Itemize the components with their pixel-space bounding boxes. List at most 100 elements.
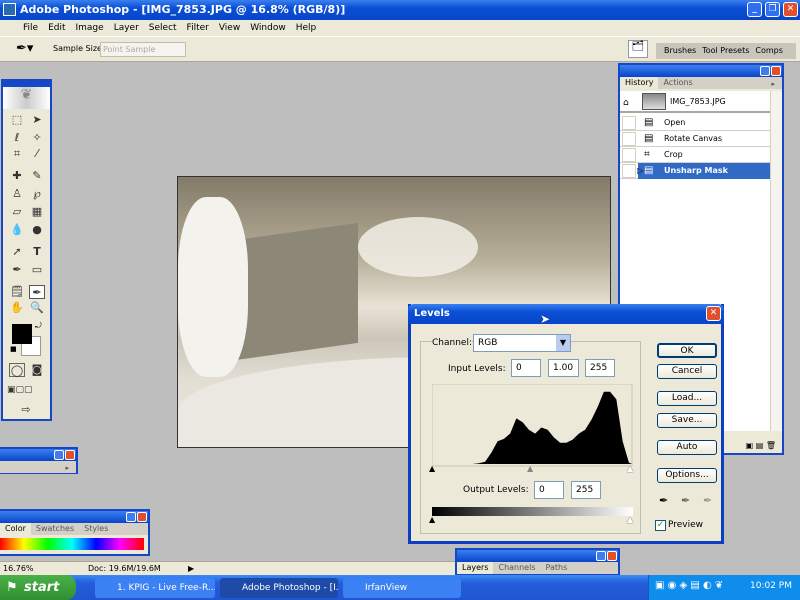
input-white-field[interactable]: 255 [585, 359, 615, 377]
restore-button[interactable]: ❐ [765, 2, 780, 17]
menu-window[interactable]: Window [245, 20, 291, 36]
foreground-color-swatch[interactable] [12, 324, 32, 344]
gray-eyedropper-icon[interactable]: ✒ [681, 494, 690, 507]
eyedropper-tool-icon[interactable]: ✒ [29, 285, 45, 299]
new-document-icon[interactable]: ▣ [746, 441, 754, 450]
save-button[interactable]: Save... [657, 413, 717, 428]
sample-size-select[interactable]: Point Sample [100, 42, 186, 57]
clone-stamp-tool-icon[interactable]: ♙ [9, 187, 25, 201]
chevron-down-icon[interactable]: ▼ [556, 335, 570, 351]
marquee-tool-icon[interactable]: ⬚ [9, 113, 25, 127]
tab-tool-presets[interactable]: Tool Presets [702, 43, 749, 59]
eyedropper-tool-preset-icon[interactable]: ✒▾ [16, 41, 33, 56]
status-menu-icon[interactable]: ▶ [188, 562, 194, 576]
history-brush-tool-icon[interactable]: ℘ [29, 187, 45, 201]
ok-button[interactable]: OK [657, 343, 717, 358]
output-white-slider[interactable]: ▲ [627, 515, 633, 524]
path-selection-tool-icon[interactable]: ➚ [9, 245, 25, 259]
history-step[interactable]: ▤ Open [620, 115, 770, 131]
tab-history[interactable]: History [620, 77, 659, 89]
file-browser-icon[interactable]: 🗂 [628, 40, 648, 58]
input-black-field[interactable]: 0 [511, 359, 541, 377]
menu-layer[interactable]: Layer [109, 20, 144, 36]
menu-edit[interactable]: Edit [43, 20, 70, 36]
slice-tool-icon[interactable]: ⁄ [29, 147, 45, 161]
options-button[interactable]: Options... [657, 468, 717, 483]
white-eyedropper-icon[interactable]: ✒ [703, 494, 712, 507]
auto-button[interactable]: Auto [657, 440, 717, 455]
taskbar-item-photoshop[interactable]: Adobe Photoshop - [I... [220, 578, 338, 598]
shape-tool-icon[interactable]: ▭ [29, 263, 45, 277]
type-tool-icon[interactable]: T [29, 245, 45, 259]
jump-to-imageready-icon[interactable]: ⇨ [11, 403, 41, 417]
trash-icon[interactable]: 🗑 [766, 441, 776, 450]
swap-colors-icon[interactable]: ⤾ [35, 321, 42, 331]
history-snapshot[interactable]: ⌂ IMG_7853.JPG [620, 91, 770, 113]
black-eyedropper-icon[interactable]: ✒ [659, 494, 668, 507]
notes-tool-icon[interactable]: 🗒 [9, 285, 25, 299]
default-colors-icon[interactable]: ■ [10, 345, 17, 353]
brush-tool-icon[interactable]: ✎ [29, 169, 45, 183]
gradient-tool-icon[interactable]: ▦ [29, 205, 45, 219]
minimize-icon[interactable] [760, 66, 770, 76]
tab-comps[interactable]: Comps [755, 43, 783, 59]
levels-close-button[interactable]: ✕ [706, 306, 721, 321]
hand-tool-icon[interactable]: ✋ [9, 301, 25, 315]
taskbar-item-kpig[interactable]: 1. KPIG - Live Free-R... [95, 578, 215, 598]
blur-tool-icon[interactable]: 💧 [9, 223, 25, 237]
input-gamma-field[interactable]: 1.00 [548, 359, 579, 377]
quick-mask-mode-icon[interactable]: ◙ [29, 363, 45, 377]
menu-filter[interactable]: Filter [182, 20, 214, 36]
close-icon[interactable] [65, 450, 75, 460]
dodge-tool-icon[interactable]: ● [29, 223, 45, 237]
tab-styles[interactable]: Styles [79, 523, 113, 535]
close-icon[interactable] [607, 551, 617, 561]
tab-actions[interactable]: Actions [658, 77, 697, 89]
history-step-active[interactable]: ▷ ▤ Unsharp Mask [620, 163, 770, 179]
tab-brushes[interactable]: Brushes [664, 43, 696, 59]
panel-menu-icon[interactable]: ▸ [766, 78, 780, 90]
close-icon[interactable] [137, 512, 147, 522]
new-snapshot-icon[interactable]: ▤ [756, 441, 764, 450]
tray-icons[interactable]: ▣ ◉ ◈ ▤ ◐ ❦ [655, 580, 723, 591]
healing-brush-tool-icon[interactable]: ✚ [9, 169, 25, 183]
menu-image[interactable]: Image [71, 20, 109, 36]
screen-mode-icons[interactable]: ▣▢▢ [7, 383, 33, 397]
close-button[interactable]: ✕ [783, 2, 798, 17]
history-scrollbar[interactable] [770, 91, 782, 431]
cancel-button[interactable]: Cancel [657, 364, 717, 379]
zoom-tool-icon[interactable]: 🔍 [29, 301, 45, 315]
menu-select[interactable]: Select [144, 20, 182, 36]
minimize-button[interactable]: _ [747, 2, 762, 17]
color-ramp[interactable] [0, 538, 144, 550]
standard-mode-icon[interactable]: ◯ [9, 363, 25, 377]
crop-tool-icon[interactable]: ⌗ [9, 147, 25, 161]
move-tool-icon[interactable]: ➤ [29, 113, 45, 127]
input-black-slider[interactable]: ▲ [429, 464, 435, 473]
lasso-tool-icon[interactable]: ℓ [9, 131, 25, 145]
tab-layers[interactable]: Layers [457, 562, 494, 574]
menu-view[interactable]: View [214, 20, 245, 36]
preview-checkbox[interactable]: ✓ [655, 520, 666, 531]
tab-paths[interactable]: Paths [541, 562, 573, 574]
tab-channels[interactable]: Channels [493, 562, 540, 574]
taskbar-item-irfanview[interactable]: IrfanView [343, 578, 461, 598]
history-step[interactable]: ▤ Rotate Canvas [620, 131, 770, 147]
output-black-slider[interactable]: ▲ [429, 515, 435, 524]
close-icon[interactable] [771, 66, 781, 76]
minimize-icon[interactable] [54, 450, 64, 460]
tab-swatches[interactable]: Swatches [31, 523, 79, 535]
channel-select[interactable]: RGB ▼ [473, 334, 571, 352]
panel-menu-icon[interactable]: ▸ [60, 462, 74, 474]
zoom-level[interactable]: 16.76% [3, 562, 34, 576]
output-black-field[interactable]: 0 [534, 481, 564, 499]
magic-wand-tool-icon[interactable]: ✧ [29, 131, 45, 145]
pen-tool-icon[interactable]: ✒ [9, 263, 25, 277]
eraser-tool-icon[interactable]: ▱ [9, 205, 25, 219]
menu-help[interactable]: Help [291, 20, 322, 36]
tab-color[interactable]: Color [0, 523, 31, 535]
snapshot-brush-icon[interactable]: ⌂ [623, 95, 629, 111]
menu-file[interactable]: File [18, 20, 43, 36]
minimize-icon[interactable] [126, 512, 136, 522]
input-gamma-slider[interactable]: ▲ [527, 464, 533, 473]
